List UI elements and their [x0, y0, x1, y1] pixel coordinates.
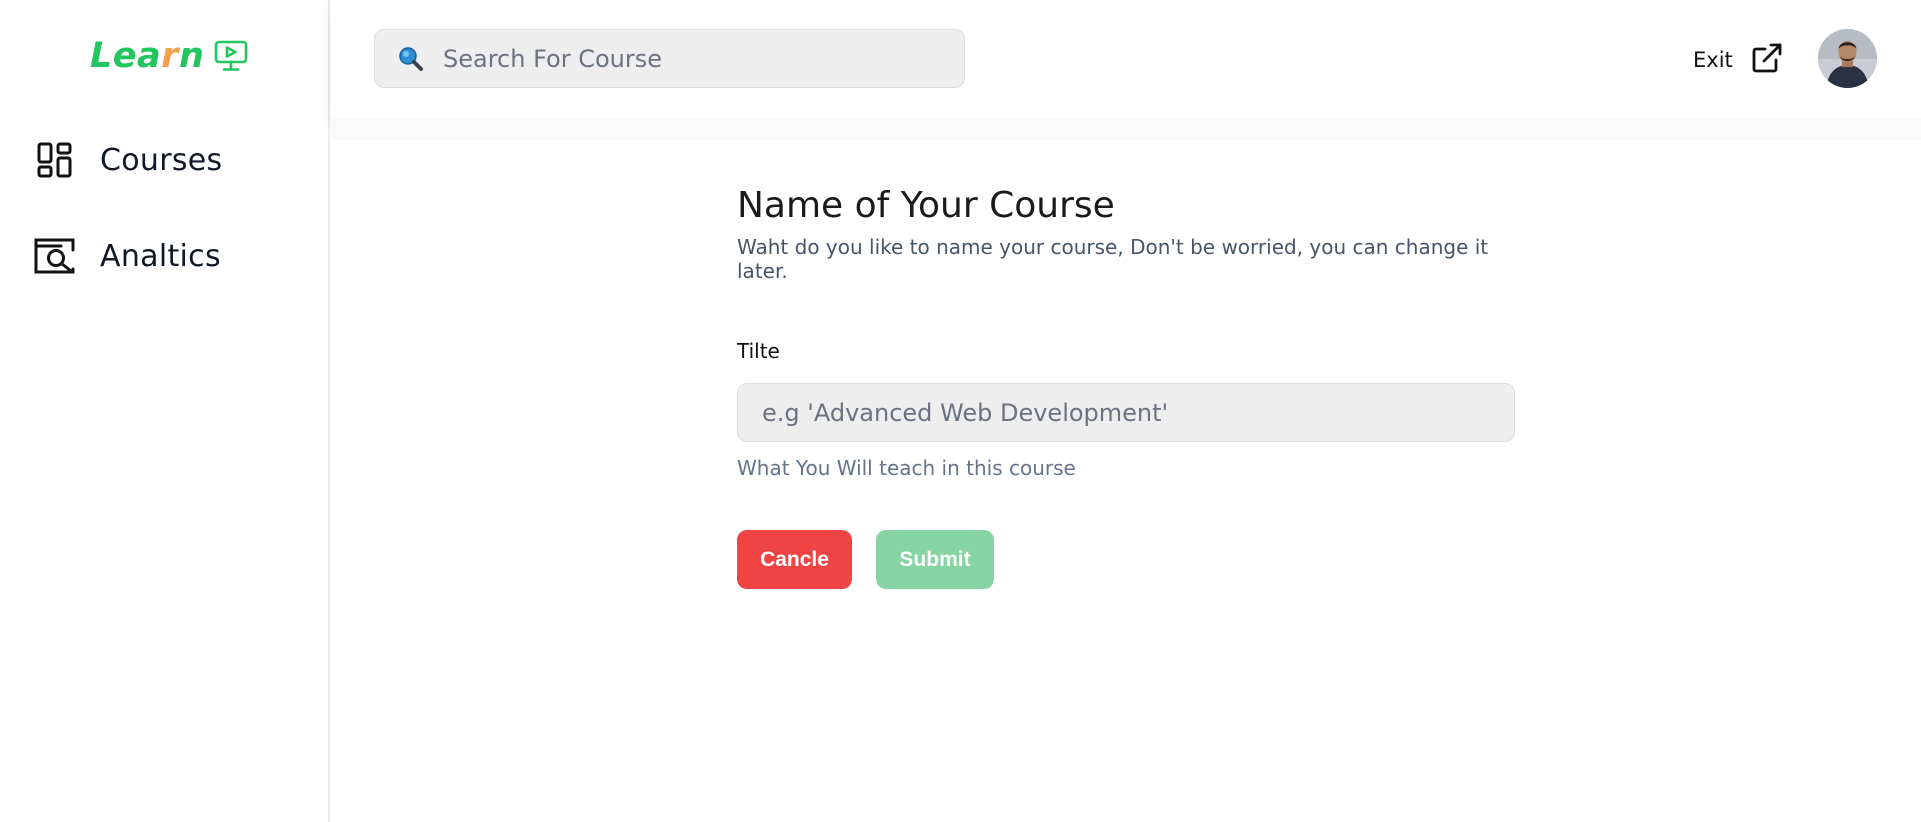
app-root: Learn Courses Analtics Search For Course… [0, 0, 1921, 822]
sidebar-item-label: Courses [100, 142, 223, 178]
monitor-play-icon [214, 40, 248, 72]
sidebar-item-analytics[interactable]: Analtics [32, 228, 292, 284]
page-title: Name of Your Course [737, 185, 1115, 226]
exit-button[interactable]: Exit [1693, 40, 1783, 80]
page-subtitle: Waht do you like to name your course, Do… [737, 235, 1489, 283]
course-form: Name of Your Course Waht do you like to … [737, 185, 1517, 589]
submit-button[interactable]: Submit [876, 530, 994, 589]
sidebar-item-label: Analtics [100, 238, 221, 274]
dashboard-grid-icon [32, 137, 78, 183]
logo-accent-letter: r [161, 36, 179, 76]
logo-text: Learn [90, 36, 205, 76]
logo[interactable]: Learn [90, 36, 248, 76]
top-header: Exit [331, 0, 1921, 118]
title-helper-text: What You Will teach in this course [737, 456, 1076, 480]
user-avatar[interactable] [1818, 29, 1877, 88]
external-link-icon [1751, 42, 1783, 79]
browser-search-icon [32, 233, 78, 279]
cancel-button[interactable]: Cancle [737, 530, 852, 589]
search-bar[interactable] [374, 29, 965, 88]
header-divider [331, 118, 1921, 140]
course-title-input[interactable] [737, 383, 1515, 442]
sidebar: Learn Courses Analtics [0, 0, 330, 822]
form-actions: Cancle Submit [737, 530, 1517, 589]
exit-label: Exit [1693, 48, 1733, 72]
title-field-label: Tilte [737, 339, 780, 363]
magnifier-icon [397, 45, 425, 73]
search-input[interactable] [443, 38, 943, 79]
sidebar-item-courses[interactable]: Courses [32, 132, 292, 188]
